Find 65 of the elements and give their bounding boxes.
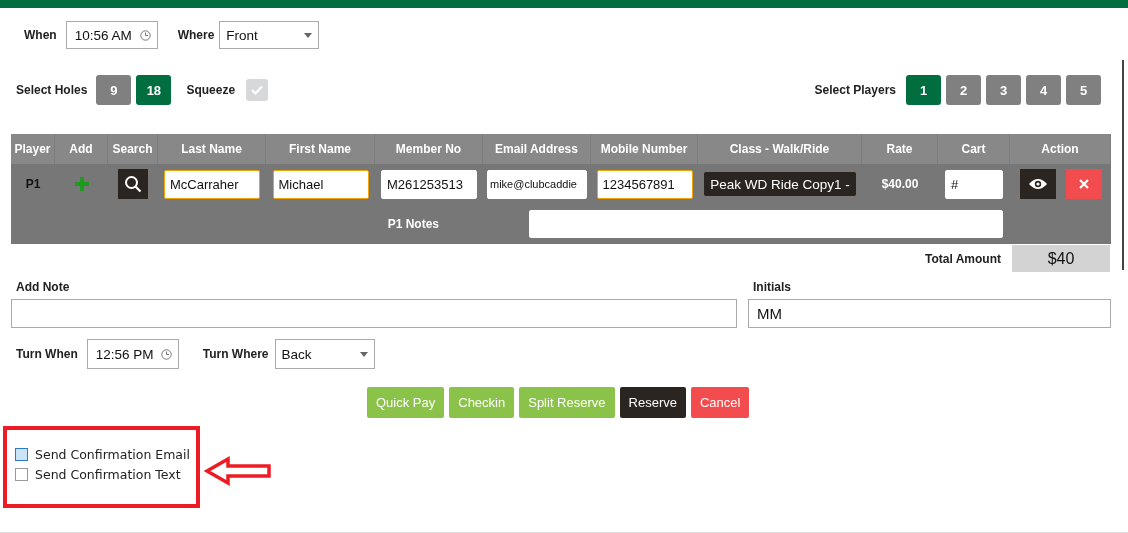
check-icon bbox=[251, 85, 264, 95]
close-icon bbox=[1078, 179, 1089, 189]
table-cell: $40.00 bbox=[881, 177, 919, 191]
column-header: Add bbox=[55, 134, 108, 164]
players-option[interactable]: 4 bbox=[1026, 75, 1061, 105]
note-field[interactable] bbox=[11, 299, 737, 328]
checkbox-label: Send Confirmation Text bbox=[35, 466, 181, 482]
column-header: Member No bbox=[375, 134, 483, 164]
text-field[interactable]: mike@clubcaddie bbox=[487, 169, 587, 199]
column-header: Email Address bbox=[483, 134, 591, 164]
caret-icon bbox=[304, 32, 313, 38]
caret-icon bbox=[359, 351, 368, 357]
checkbox[interactable] bbox=[15, 447, 28, 461]
column-header: Mobile Number bbox=[591, 134, 698, 164]
dropdown[interactable]: Front bbox=[219, 21, 320, 49]
initials-label: Initials bbox=[752, 280, 792, 296]
action-button[interactable]: Reserve bbox=[619, 387, 686, 418]
column-header: Action bbox=[1010, 134, 1111, 164]
players-label: Select Players bbox=[814, 83, 896, 97]
column-header: Player bbox=[11, 134, 55, 164]
add-note-label: Add Note bbox=[15, 280, 71, 296]
holes-option[interactable]: 18 bbox=[136, 75, 172, 105]
column-header: Rate bbox=[862, 134, 938, 164]
text-field[interactable]: McCarraher bbox=[164, 169, 260, 199]
search-icon bbox=[124, 175, 142, 193]
column-header: Cart bbox=[938, 134, 1010, 164]
column-header: Search bbox=[108, 134, 158, 164]
time-field[interactable]: 10:56 AM bbox=[65, 21, 158, 49]
players-option[interactable]: 5 bbox=[1066, 75, 1101, 105]
players-option[interactable]: 2 bbox=[946, 75, 981, 105]
clock-icon bbox=[160, 348, 172, 360]
column-header: First Name bbox=[266, 134, 375, 164]
text-field[interactable]: Michael bbox=[272, 169, 369, 199]
initials-field[interactable]: MM bbox=[748, 299, 1111, 328]
time-field[interactable]: 12:56 PM bbox=[86, 339, 179, 369]
squeeze-label: Squeeze bbox=[186, 83, 236, 97]
delete-button[interactable] bbox=[1065, 169, 1102, 199]
where-label: Where bbox=[177, 28, 215, 42]
text-field[interactable]: 1234567891 bbox=[596, 169, 693, 199]
when-label: When bbox=[24, 28, 57, 42]
text-field[interactable]: M261253513 bbox=[381, 169, 477, 199]
text-field[interactable]: # bbox=[945, 169, 1003, 199]
dropdown[interactable]: Back bbox=[274, 339, 375, 369]
search-button[interactable] bbox=[118, 169, 148, 199]
holes-label: Select Holes bbox=[16, 83, 88, 97]
total-label: Total Amount bbox=[925, 251, 1001, 266]
eye-icon bbox=[1027, 177, 1048, 191]
players-option[interactable]: 1 bbox=[906, 75, 941, 105]
class-select[interactable]: Peak WD Ride Copy1 - bbox=[704, 172, 856, 196]
players-option[interactable]: 3 bbox=[986, 75, 1021, 105]
checkbox-label: Send Confirmation Email bbox=[35, 446, 190, 462]
notes-label: P1 Notes bbox=[387, 217, 439, 231]
checkbox[interactable] bbox=[15, 467, 28, 481]
holes-option[interactable]: 9 bbox=[96, 75, 132, 105]
turn-when-label: Turn When bbox=[16, 347, 78, 361]
clock-icon bbox=[139, 29, 151, 41]
turn-where-label: Turn Where bbox=[202, 347, 269, 361]
action-button[interactable]: Cancel bbox=[690, 387, 750, 418]
table-cell: P1 bbox=[25, 177, 41, 191]
total-amount: $40 bbox=[1012, 245, 1110, 272]
column-header: Last Name bbox=[158, 134, 266, 164]
notes-field[interactable] bbox=[529, 210, 1003, 238]
column-header: Class - Walk/Ride bbox=[698, 134, 862, 164]
view-button[interactable] bbox=[1019, 169, 1056, 199]
arrow-icon bbox=[204, 456, 272, 486]
